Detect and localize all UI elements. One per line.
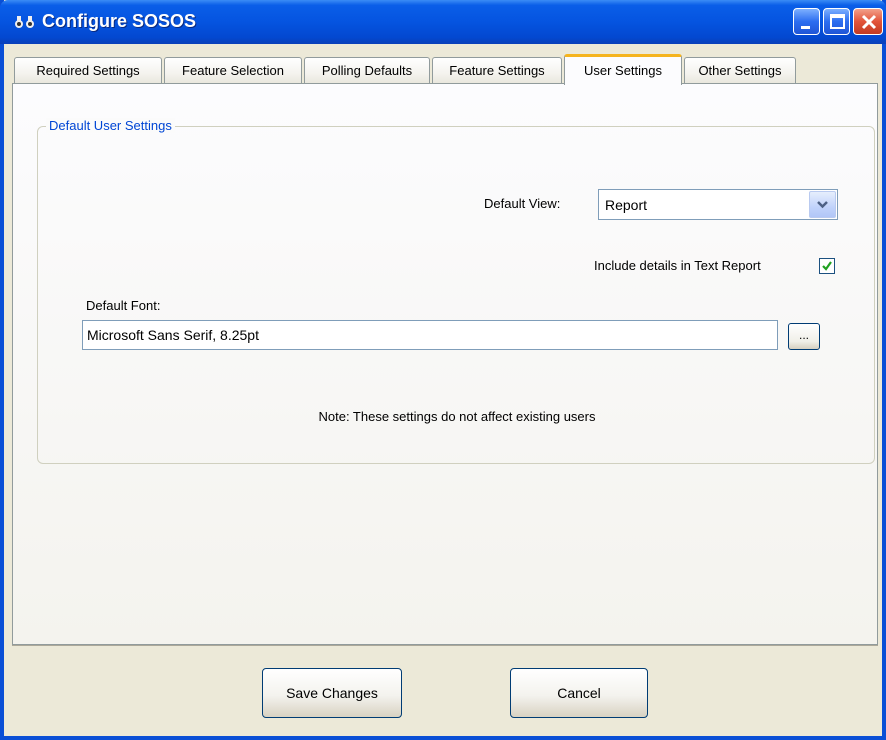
tab-feature-settings[interactable]: Feature Settings [432,57,562,84]
binoculars-icon [15,16,34,28]
dropdown-arrow-button[interactable] [809,191,836,218]
tab-polling-defaults[interactable]: Polling Defaults [304,57,430,84]
default-view-label: Default View: [484,196,561,211]
include-details-label: Include details in Text Report [594,258,761,273]
tab-required-settings[interactable]: Required Settings [14,57,162,84]
tab-user-settings[interactable]: User Settings [564,54,682,85]
maximize-icon [830,14,845,29]
minimize-button[interactable] [793,8,820,35]
footer-divider [12,645,878,646]
checkmark-icon [822,261,832,271]
minimize-icon [801,26,810,29]
default-font-field[interactable]: Microsoft Sans Serif, 8.25pt [82,320,778,350]
note-text: Note: These settings do not affect exist… [318,409,596,424]
title-bar[interactable]: Configure SOSOS [0,0,886,44]
default-user-settings-group: Default User Settings Default View: Repo… [37,118,875,464]
maximize-button[interactable] [823,8,850,35]
include-details-checkbox[interactable] [819,258,835,274]
save-changes-button[interactable]: Save Changes [262,668,402,718]
user-settings-panel: Default User Settings Default View: Repo… [12,83,878,645]
window-title: Configure SOSOS [42,11,197,31]
browse-font-button[interactable]: ... [788,323,820,350]
default-view-value: Report [605,197,648,213]
chevron-down-icon [817,201,828,209]
configure-window: Configure SOSOS Required Settings Featur… [0,0,886,740]
default-view-select[interactable]: Report [598,189,838,220]
tab-feature-selection[interactable]: Feature Selection [164,57,302,84]
close-icon [861,14,877,30]
default-font-label: Default Font: [86,298,161,313]
close-button[interactable] [853,8,883,35]
tab-strip: Required Settings Feature Selection Poll… [12,54,882,85]
group-legend: Default User Settings [46,118,175,133]
tab-other-settings[interactable]: Other Settings [684,57,796,84]
cancel-button[interactable]: Cancel [510,668,648,718]
